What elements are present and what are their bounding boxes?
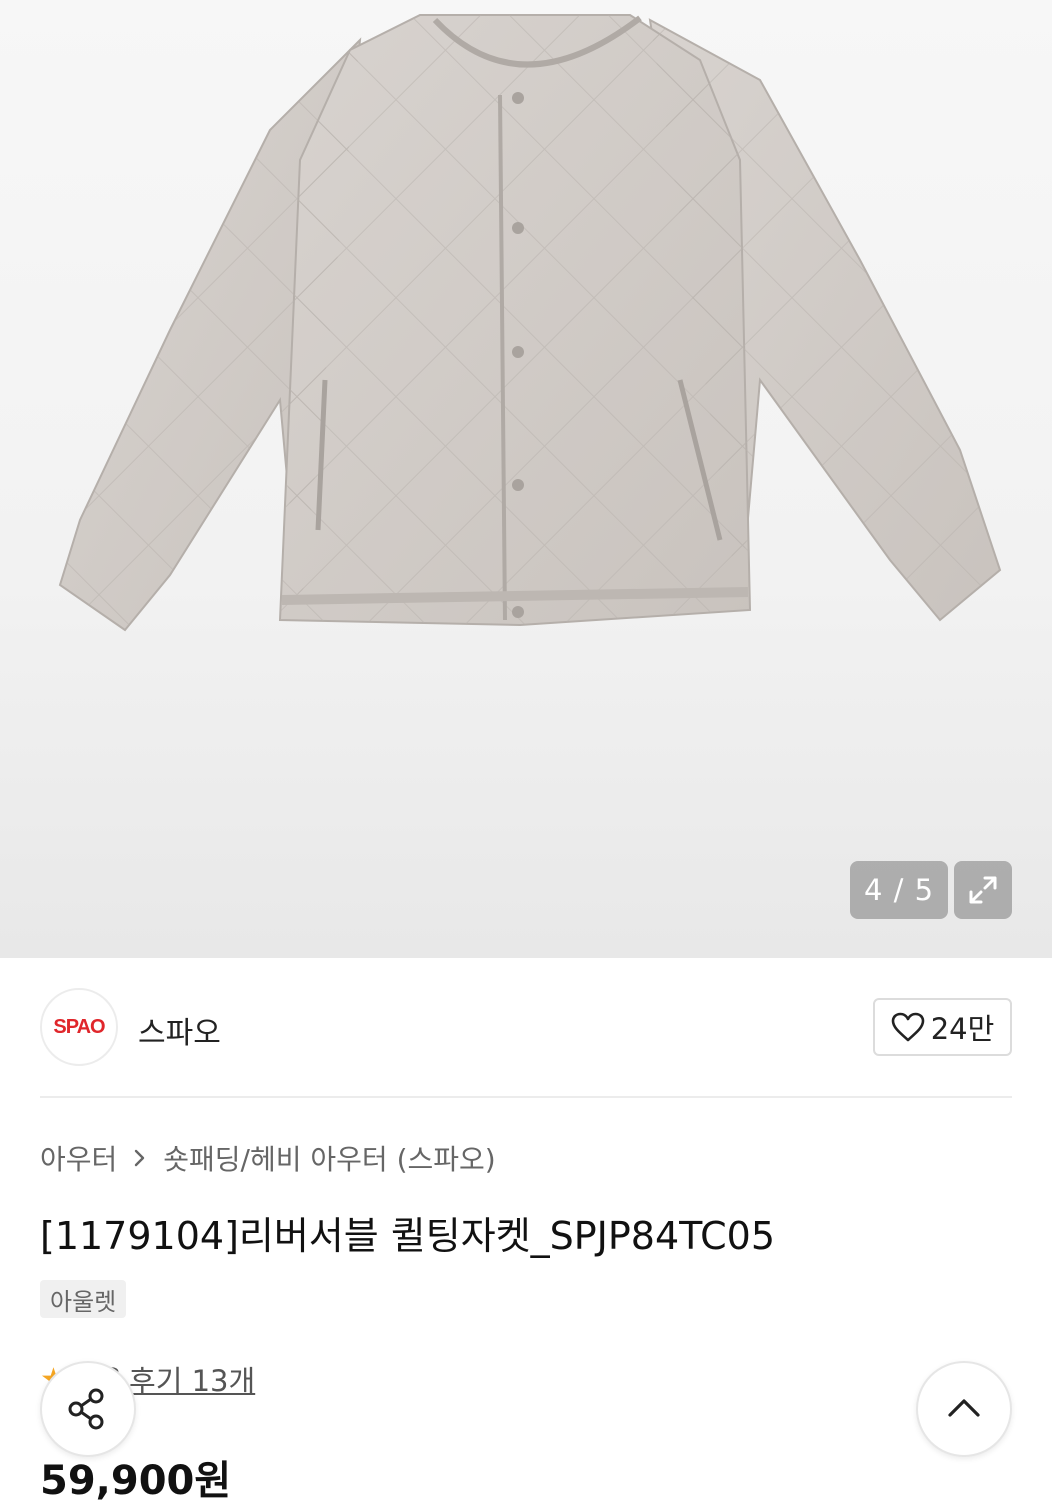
chevron-up-icon [948,1399,980,1417]
share-button[interactable] [40,1361,136,1457]
brand-row: SPAO 스파오 24만 [40,988,1012,1066]
breadcrumb-category[interactable]: 아우터 [40,1138,117,1178]
product-image-gallery[interactable]: 4 / 5 [0,0,1052,958]
fullscreen-button[interactable] [954,861,1012,919]
like-button[interactable]: 24만 [873,998,1012,1056]
review-link[interactable]: 후기 13개 [129,1358,255,1400]
breadcrumb-subcategory[interactable]: 숏패딩/헤비 아우터 (스파오) [163,1138,495,1178]
expand-icon [969,876,997,904]
image-counter: 4 / 5 [850,861,948,919]
chevron-right-icon [135,1149,145,1167]
divider [40,1096,1012,1098]
brand-logo[interactable]: SPAO [40,988,118,1066]
brand-name[interactable]: 스파오 [138,1008,221,1052]
like-count: 24만 [930,1012,995,1046]
share-icon [68,1388,104,1430]
scroll-top-button[interactable] [916,1361,1012,1457]
outlet-tag: 아울렛 [40,1280,127,1318]
product-title: [1179104]리버서블 퀼팅자켓_SPJP84TC05 [40,1214,776,1258]
breadcrumb: 아우터 숏패딩/헤비 아우터 (스파오) [40,1138,496,1178]
brand-logo-text: SPAO [53,1015,105,1038]
product-price: 59,900원 [40,1458,232,1500]
heart-icon [891,1012,925,1042]
product-image [58,14,1002,632]
